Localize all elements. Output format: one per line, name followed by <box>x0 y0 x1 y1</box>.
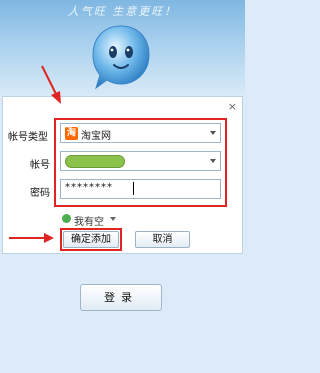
account-label: 帐号 <box>30 160 50 171</box>
slogan-text: 人气旺 生意更旺！ <box>67 5 178 18</box>
chevron-down-icon[interactable] <box>110 217 116 221</box>
account-type-label: 帐号类型 <box>8 132 48 143</box>
online-status-icon <box>62 214 71 223</box>
password-label: 密码 <box>30 188 50 199</box>
annotation-highlight-confirm <box>60 228 122 251</box>
close-icon[interactable]: × <box>228 101 237 112</box>
login-button[interactable]: 登录 <box>80 284 162 311</box>
wangwang-mascot-icon <box>92 25 150 90</box>
top-banner: 人气旺 生意更旺！ <box>0 0 245 96</box>
status-label: 我有空 <box>74 217 104 228</box>
cancel-button[interactable]: 取消 <box>135 231 190 248</box>
annotation-highlight-fields <box>54 118 227 207</box>
